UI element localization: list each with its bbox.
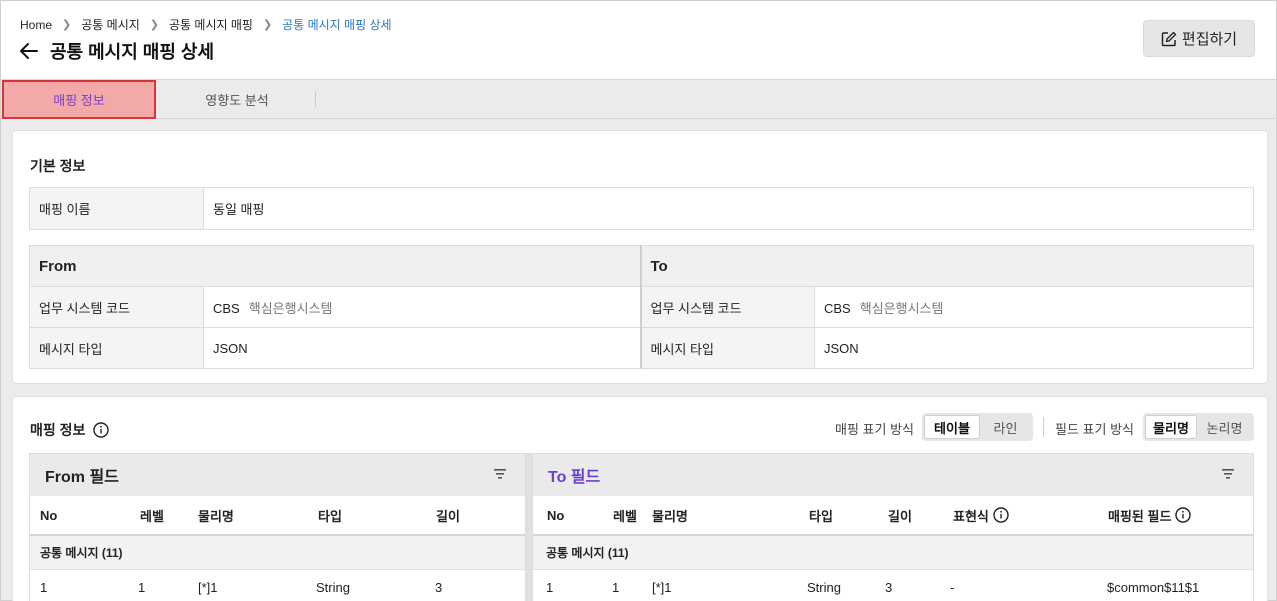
to-message-type-label: 메시지 타입 [639, 327, 815, 369]
display-mode-line[interactable]: 라인 [980, 415, 1031, 439]
column-header-type[interactable]: 타입 [809, 496, 833, 534]
info-icon[interactable] [1175, 507, 1192, 523]
tab-divider [315, 91, 316, 107]
cell-length: 3 [435, 579, 443, 595]
from-fields-title: From 필드 [45, 469, 119, 486]
column-header-no[interactable]: No [40, 496, 57, 534]
info-icon[interactable] [993, 507, 1009, 523]
to-fields-title: To 필드 [548, 469, 601, 486]
chevron-right-icon: ❯ [149, 19, 159, 31]
to-system-code: CBS [824, 300, 851, 316]
tab-mapping-info[interactable]: 매핑 정보 [2, 80, 156, 119]
column-header-physical-name[interactable]: 물리명 [652, 496, 688, 534]
tab-impact-analysis[interactable]: 영향도 분석 [161, 80, 313, 119]
breadcrumb: Home ❯ 공통 메시지 ❯ 공통 메시지 매핑 ❯ 공통 메시지 매핑 상세 [20, 16, 392, 33]
column-header-level[interactable]: 레벨 [140, 496, 164, 534]
cell-mapped-field: $common$11$1 [1107, 579, 1200, 595]
cell-level: 1 [612, 579, 620, 595]
column-header-length[interactable]: 길이 [888, 496, 912, 534]
filter-icon[interactable] [1221, 468, 1235, 480]
expression-label: 표현식 [953, 508, 989, 524]
to-fields-panel: To 필드 No 레벨 물리명 타입 길이 표현식 매핑된 필드 공통 메시지 … [532, 453, 1254, 601]
to-table-row[interactable]: 1 1 [*]1 String 3 - $common$11$1 [533, 570, 1253, 601]
mapping-name-table: 매핑 이름 동일 매핑 [29, 187, 1254, 230]
column-header-physical-name[interactable]: 물리명 [198, 496, 234, 534]
from-header: From [29, 245, 641, 287]
from-message-type-value: JSON [203, 327, 641, 369]
mapping-info-title: 매핑 정보 [30, 422, 86, 438]
field-mode-physical[interactable]: 물리명 [1145, 415, 1197, 439]
breadcrumb-current: 공통 메시지 매핑 상세 [282, 18, 392, 32]
cell-physical-name: [*]1 [652, 579, 672, 595]
back-arrow-icon[interactable] [18, 40, 40, 62]
edit-icon [1161, 31, 1177, 46]
field-mode-label: 필드 표기 방식 [1055, 422, 1134, 437]
to-header: To [639, 245, 1254, 287]
mapping-name-value: 동일 매핑 [203, 187, 1254, 230]
to-system-code-label: 업무 시스템 코드 [639, 286, 815, 328]
to-group-label: 공통 메시지 (11) [546, 546, 629, 560]
from-to-table: From To 업무 시스템 코드 CBS 핵심은행시스템 업무 시스템 코드 C… [29, 245, 1254, 369]
chevron-right-icon: ❯ [62, 19, 72, 31]
from-column-header-row: No 레벨 물리명 타입 길이 [30, 496, 525, 536]
from-system-code-value: CBS 핵심은행시스템 [203, 286, 641, 328]
cell-type: String [807, 579, 841, 595]
from-group-label: 공통 메시지 (11) [40, 546, 123, 560]
cell-type: String [316, 579, 350, 595]
edit-button-label: 편집하기 [1181, 31, 1238, 48]
from-table-row[interactable]: 1 1 [*]1 String 3 [30, 570, 525, 601]
column-header-mapped-field[interactable]: 매핑된 필드 [1108, 496, 1192, 534]
field-mode-logical[interactable]: 논리명 [1197, 415, 1252, 439]
from-system-code-label: 업무 시스템 코드 [29, 286, 204, 328]
filter-icon[interactable] [493, 468, 507, 480]
column-header-length[interactable]: 길이 [436, 496, 460, 534]
display-mode-table[interactable]: 테이블 [924, 415, 980, 439]
page-header: Home ❯ 공통 메시지 ❯ 공통 메시지 매핑 ❯ 공통 메시지 매핑 상세… [1, 1, 1276, 79]
control-divider [1043, 417, 1044, 437]
cell-no: 1 [546, 579, 554, 595]
field-mode-toggle: 물리명 논리명 [1143, 413, 1254, 441]
column-header-level[interactable]: 레벨 [613, 496, 637, 534]
from-fields-panel: From 필드 No 레벨 물리명 타입 길이 공통 메시지 (11) 1 1 … [29, 453, 526, 601]
from-system-code: CBS [213, 300, 240, 316]
cell-length: 3 [885, 579, 893, 595]
display-mode-label: 매핑 표기 방식 [835, 422, 914, 437]
mapped-field-label: 매핑된 필드 [1108, 508, 1172, 524]
from-message-type-label: 메시지 타입 [29, 327, 204, 369]
from-fields-header: From 필드 [30, 454, 525, 496]
mapping-info-card: 매핑 정보 매핑 표기 방식 테이블 라인 필드 표기 방식 물리명 논리명 F… [12, 396, 1268, 601]
to-group-row[interactable]: 공통 메시지 (11) [533, 536, 1253, 570]
to-system-name: 핵심은행시스템 [859, 300, 944, 316]
column-header-type[interactable]: 타입 [318, 496, 342, 534]
cell-no: 1 [40, 579, 48, 595]
breadcrumb-home[interactable]: Home [20, 18, 52, 32]
basic-info-card: 기본 정보 매핑 이름 동일 매핑 From To 업무 시스템 코드 CBS 핵… [12, 130, 1268, 384]
to-system-code-value: CBS 핵심은행시스템 [814, 286, 1254, 328]
breadcrumb-common-message[interactable]: 공통 메시지 [81, 16, 140, 33]
column-header-no[interactable]: No [547, 496, 564, 534]
chevron-right-icon: ❯ [262, 19, 273, 31]
display-mode-toggle: 테이블 라인 [922, 413, 1033, 441]
from-group-row[interactable]: 공통 메시지 (11) [30, 536, 525, 570]
page-title: 공통 메시지 매핑 상세 [50, 42, 215, 62]
to-fields-header: To 필드 [533, 454, 1253, 496]
cell-expression: - [950, 579, 955, 595]
info-icon[interactable] [93, 422, 110, 438]
from-system-name: 핵심은행시스템 [248, 300, 333, 316]
mapping-info-heading: 매핑 정보 [30, 420, 110, 440]
column-header-expression[interactable]: 표현식 [953, 496, 1009, 534]
edit-button[interactable]: 편집하기 [1143, 20, 1255, 57]
mapping-name-label: 매핑 이름 [29, 187, 204, 230]
basic-info-title: 기본 정보 [30, 158, 86, 174]
tab-bar: 매핑 정보 영향도 분석 [1, 79, 1276, 119]
cell-physical-name: [*]1 [198, 579, 218, 595]
cell-level: 1 [138, 579, 146, 595]
breadcrumb-common-message-mapping[interactable]: 공통 메시지 매핑 [169, 16, 253, 33]
to-column-header-row: No 레벨 물리명 타입 길이 표현식 매핑된 필드 [533, 496, 1253, 536]
to-message-type-value: JSON [814, 327, 1254, 369]
